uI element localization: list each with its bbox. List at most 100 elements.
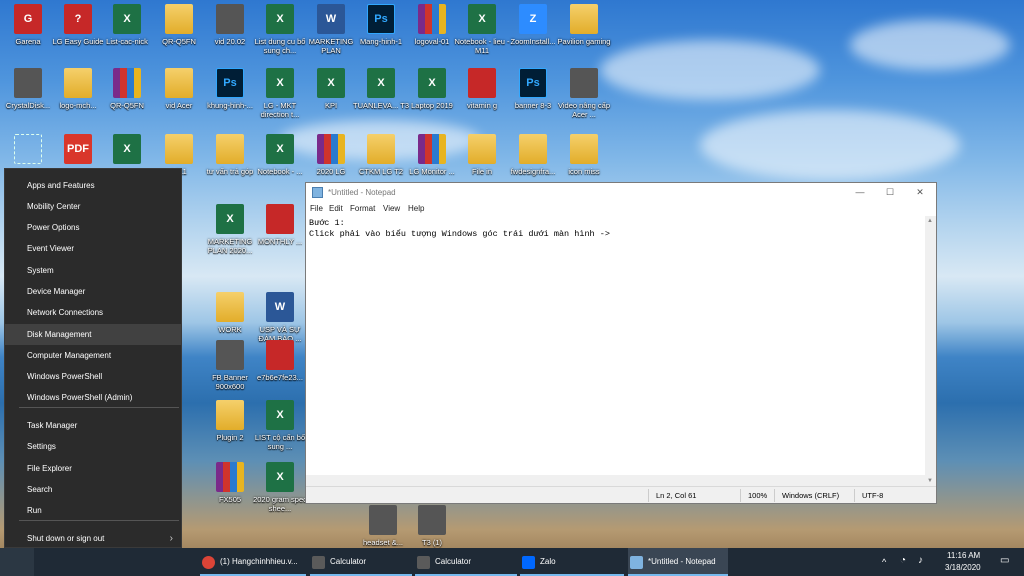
- desktop-icon[interactable]: logo-mch...: [50, 68, 106, 110]
- desktop-icon[interactable]: vid 20.02: [202, 4, 258, 46]
- excel-file-icon: X: [113, 134, 141, 164]
- winx-menu-item[interactable]: Event Viewer: [5, 238, 181, 259]
- desktop-icon[interactable]: headset &...: [355, 505, 411, 547]
- notification-icon[interactable]: ▭: [1000, 555, 1009, 566]
- desktop-icon[interactable]: X LG - MKT direction t...: [252, 68, 308, 119]
- excel-file-icon: X: [317, 68, 345, 98]
- menu-view[interactable]: View: [383, 204, 400, 213]
- start-button[interactable]: [0, 548, 34, 576]
- winx-menu-item[interactable]: Task Manager: [5, 415, 181, 436]
- desktop-icon[interactable]: [0, 134, 56, 167]
- desktop-icon[interactable]: X: [99, 134, 155, 167]
- close-button[interactable]: ✕: [906, 185, 934, 200]
- desktop-icon[interactable]: LG Monitor ...: [404, 134, 460, 176]
- desktop-icon[interactable]: MONTHLY ...: [252, 204, 308, 246]
- taskbar-button[interactable]: *Untitled - Notepad: [628, 548, 728, 576]
- notepad-text-area[interactable]: Bước 1: Click phải vào biểu tượng Window…: [306, 216, 926, 486]
- desktop-icon[interactable]: CTKM LG T2: [353, 134, 409, 176]
- notepad-title-bar[interactable]: *Untitled - Notepad — ☐ ✕: [306, 183, 936, 202]
- menu-help[interactable]: Help: [408, 204, 424, 213]
- taskbar-button[interactable]: Zalo: [520, 548, 624, 576]
- volume-icon[interactable]: ♪: [918, 555, 923, 566]
- winx-menu-item[interactable]: Windows PowerShell (Admin): [5, 387, 181, 408]
- winx-menu-item[interactable]: Power Options: [5, 217, 181, 238]
- desktop-icon[interactable]: FB Banner 900x600: [202, 340, 258, 391]
- desktop-icon[interactable]: vid Acer: [151, 68, 207, 110]
- desktop-icon[interactable]: W MARKETING PLAN: [303, 4, 359, 55]
- desktop-icon[interactable]: QR-Q5FN: [99, 68, 155, 110]
- winx-menu-item-label: File Explorer: [27, 464, 72, 473]
- winx-menu-item[interactable]: Computer Management: [5, 345, 181, 366]
- tray-clock-date[interactable]: 3/18/2020: [945, 563, 981, 572]
- desktop-icon[interactable]: X Notebook - lieu - M11: [454, 4, 510, 55]
- menu-separator: [19, 407, 179, 408]
- desktop-icon-label: vid Acer: [165, 101, 193, 110]
- winx-menu-item-label: Apps and Features: [27, 181, 95, 190]
- taskbar-button[interactable]: (1) Hangchinhhieu.v...: [200, 548, 306, 576]
- winx-menu-item[interactable]: Mobility Center: [5, 196, 181, 217]
- desktop-icon[interactable]: CrystalDisk...: [0, 68, 56, 110]
- desktop-icon[interactable]: QR-Q5FN: [151, 4, 207, 46]
- desktop-icon[interactable]: FX505: [202, 462, 258, 504]
- desktop-icon[interactable]: Pavilion gaming: [556, 4, 612, 46]
- desktop-icon[interactable]: X TUANLEVA... T3: [353, 68, 409, 110]
- desktop-icon[interactable]: X 2020 gram spec shee...: [252, 462, 308, 513]
- desktop-icon-label: CrystalDisk...: [5, 101, 51, 110]
- winx-menu-item[interactable]: Run: [5, 500, 181, 521]
- maximize-button[interactable]: ☐: [876, 185, 904, 200]
- desktop-icon[interactable]: vitamin g: [454, 68, 510, 110]
- desktop-icon-label: T3 (1): [421, 538, 442, 547]
- winx-menu-item[interactable]: Settings: [5, 436, 181, 457]
- winx-menu-item[interactable]: Network Connections: [5, 302, 181, 323]
- desktop-icon[interactable]: X MARKETING PLAN 2020...: [202, 204, 258, 255]
- desktop-icon[interactable]: PDF: [50, 134, 106, 167]
- desktop-icon[interactable]: T3 (1): [404, 505, 460, 547]
- folder-file-icon: [64, 68, 92, 98]
- menu-edit[interactable]: Edit: [329, 204, 343, 213]
- winx-menu-item[interactable]: Windows PowerShell: [5, 366, 181, 387]
- desktop-icon[interactable]: fwdesignfra...: [505, 134, 561, 176]
- winx-menu-item[interactable]: Device Manager: [5, 281, 181, 302]
- menu-file[interactable]: File: [310, 204, 323, 213]
- scroll-down-icon[interactable]: ▼: [927, 478, 933, 484]
- taskbar-button[interactable]: Calculator: [415, 548, 517, 576]
- desktop-icon-label: headset &...: [362, 538, 404, 547]
- winx-menu-item[interactable]: Disk Management: [5, 324, 181, 345]
- desktop-icon[interactable]: X List dung cu bổ sung ch...: [252, 4, 308, 55]
- desktop-icon[interactable]: logoval-01: [404, 4, 460, 46]
- desktop-icon[interactable]: icon miss: [556, 134, 612, 176]
- desktop-icon[interactable]: Ps khung-hinh-...: [202, 68, 258, 110]
- desktop-icon[interactable]: e7b6e7fe23...: [252, 340, 308, 382]
- network-icon[interactable]: ◔: [900, 555, 906, 566]
- minimize-button[interactable]: —: [846, 185, 874, 200]
- desktop-icon[interactable]: Video nâng cấp Acer ...: [556, 68, 612, 119]
- taskbar-button[interactable]: Calculator: [310, 548, 412, 576]
- desktop-icon[interactable]: X Notebook - ...: [252, 134, 308, 176]
- horizontal-scrollbar[interactable]: [306, 475, 926, 486]
- desktop-icon[interactable]: 2020 LG: [303, 134, 359, 176]
- desktop-icon[interactable]: tư vấn trả góp: [202, 134, 258, 176]
- desktop-icon[interactable]: G Garena: [0, 4, 56, 46]
- winx-menu-item[interactable]: File Explorer: [5, 458, 181, 479]
- tray-chevron-icon[interactable]: ^: [882, 557, 886, 567]
- vertical-scrollbar[interactable]: ▲ ▼: [925, 216, 936, 486]
- desktop-icon[interactable]: WORK: [202, 292, 258, 334]
- winx-menu-item[interactable]: Search: [5, 479, 181, 500]
- desktop-icon[interactable]: X LIST cộ cấn bổ sung ...: [252, 400, 308, 451]
- desktop-icon[interactable]: File in: [454, 134, 510, 176]
- desktop-icon[interactable]: X Laptop 2019: [404, 68, 460, 110]
- desktop-icon[interactable]: Ps banner 8-3: [505, 68, 561, 110]
- desktop-icon[interactable]: Plugin 2: [202, 400, 258, 442]
- menu-format[interactable]: Format: [350, 204, 375, 213]
- winx-menu-item[interactable]: Apps and Features: [5, 175, 181, 196]
- scroll-up-icon[interactable]: ▲: [927, 218, 933, 224]
- winx-menu-item[interactable]: System: [5, 260, 181, 281]
- desktop-icon[interactable]: ? LG Easy Guide: [50, 4, 106, 46]
- desktop-icon[interactable]: Z ZoomInstall...: [505, 4, 561, 46]
- desktop-icon[interactable]: W USP VÀ SỰ ĐẢM BẢO ...: [252, 292, 308, 343]
- desktop-icon[interactable]: X List-cac-nick: [99, 4, 155, 46]
- desktop-icon[interactable]: Ps Mang-hinh-1: [353, 4, 409, 46]
- winx-menu-item[interactable]: Shut down or sign out ›: [5, 528, 181, 549]
- tray-clock-time[interactable]: 11:16 AM: [947, 551, 980, 560]
- desktop-icon[interactable]: X KPI: [303, 68, 359, 110]
